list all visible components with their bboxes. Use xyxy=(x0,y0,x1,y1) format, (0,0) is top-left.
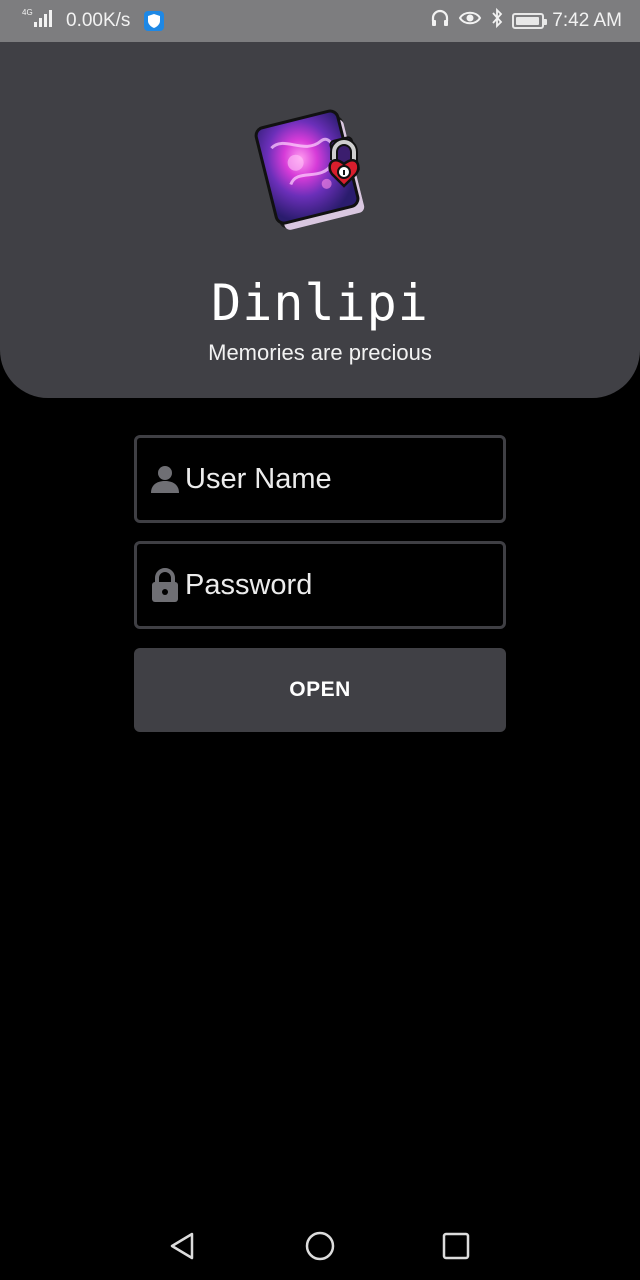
password-field[interactable]: Password xyxy=(134,541,506,629)
shield-icon xyxy=(144,11,165,31)
svg-text:4G: 4G xyxy=(22,8,33,17)
navigation-bar xyxy=(0,1210,640,1280)
bluetooth-icon xyxy=(490,7,504,35)
battery-icon xyxy=(512,13,548,29)
headphones-icon xyxy=(430,8,450,34)
username-field[interactable]: User Name xyxy=(134,435,506,523)
person-icon xyxy=(149,463,181,495)
recent-apps-icon[interactable] xyxy=(436,1226,476,1266)
signal-icon: 4G xyxy=(22,7,56,35)
lock-icon xyxy=(149,568,181,602)
app-title: Dinlipi xyxy=(211,274,429,332)
status-bar: 4G 0.00K/s 7:42 AM xyxy=(0,0,640,42)
home-icon[interactable] xyxy=(300,1226,340,1266)
back-icon[interactable] xyxy=(162,1226,202,1266)
app-tagline: Memories are precious xyxy=(208,340,432,365)
network-speed: 0.00K/s xyxy=(66,10,131,31)
eye-icon xyxy=(458,8,482,34)
open-button[interactable]: OPEN xyxy=(134,648,506,732)
header-card: Dinlipi Memories are precious xyxy=(0,42,640,398)
battery-fill xyxy=(516,17,540,25)
username-placeholder: User Name xyxy=(185,462,332,495)
diary-lock-logo xyxy=(248,98,384,240)
password-placeholder: Password xyxy=(185,568,313,601)
clock-time: 7:42 AM xyxy=(552,10,622,31)
